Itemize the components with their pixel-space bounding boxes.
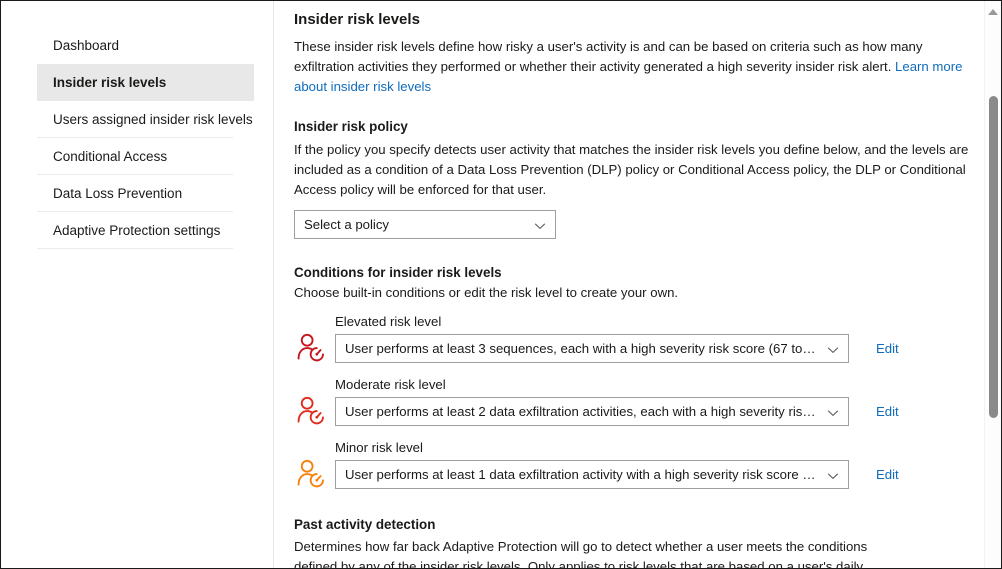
insider-risk-policy-description: If the policy you specify detects user a… (294, 140, 969, 200)
conditions-description: Choose built-in conditions or edit the r… (294, 285, 969, 300)
risk-level-condition-value: User performs at least 3 sequences, each… (345, 341, 818, 356)
vertical-scrollbar[interactable] (984, 1, 1001, 568)
sidebar-item-label: Data Loss Prevention (53, 187, 182, 201)
edit-risk-level-link[interactable]: Edit (876, 404, 899, 419)
sidebar-item-adaptive-protection-settings[interactable]: Adaptive Protection settings (37, 212, 253, 249)
past-activity-title: Past activity detection (294, 517, 969, 532)
sidebar-item-dashboard[interactable]: Dashboard (37, 27, 253, 64)
scroll-up-arrow-icon[interactable] (988, 9, 998, 15)
chevron-down-icon (827, 406, 839, 418)
sidebar-item-label: Users assigned insider risk levels (53, 113, 253, 127)
sidebar-item-conditional-access[interactable]: Conditional Access (37, 138, 253, 175)
insider-risk-policy-title: Insider risk policy (294, 119, 969, 134)
page-intro-body: These insider risk levels define how ris… (294, 39, 922, 74)
risk-level-condition-value: User performs at least 1 data exfiltrati… (345, 467, 818, 482)
sidebar-item-data-loss-prevention[interactable]: Data Loss Prevention (37, 175, 253, 212)
chevron-down-icon (827, 469, 839, 481)
risk-user-gauge-icon (294, 395, 328, 425)
past-activity-description: Determines how far back Adaptive Protect… (294, 537, 904, 568)
main-content: Insider risk levels These insider risk l… (274, 1, 1001, 568)
app-window: Dashboard Insider risk levels Users assign… (0, 0, 1002, 569)
risk-level-rows: Elevated risk level User performs at leas… (294, 314, 969, 489)
past-activity-detection-section: Past activity detection Determines how f… (294, 517, 969, 568)
sidebar: Dashboard Insider risk levels Users assign… (1, 1, 274, 568)
edit-risk-level-link[interactable]: Edit (876, 467, 899, 482)
insider-risk-policy-section: Insider risk policy If the policy you sp… (294, 119, 969, 239)
chevron-down-icon (534, 219, 546, 231)
risk-level-condition-dropdown[interactable]: User performs at least 3 sequences, each… (335, 334, 849, 363)
risk-level-row: Moderate risk level User performs at leas… (294, 377, 969, 426)
risk-level-control-line: User performs at least 1 data exfiltrati… (335, 460, 969, 489)
sidebar-item-label: Conditional Access (53, 150, 167, 164)
policy-select-value: Select a policy (304, 217, 389, 232)
conditions-title: Conditions for insider risk levels (294, 265, 969, 280)
risk-level-control-line: User performs at least 3 sequences, each… (335, 334, 969, 363)
scrollbar-thumb[interactable] (989, 96, 998, 418)
policy-select-dropdown[interactable]: Select a policy (294, 210, 556, 239)
sidebar-item-label: Adaptive Protection settings (53, 224, 220, 238)
sidebar-item-users-assigned-insider-risk-levels[interactable]: Users assigned insider risk levels (37, 101, 253, 138)
sidebar-nav-list: Dashboard Insider risk levels Users assign… (1, 27, 273, 249)
risk-level-control-line: User performs at least 2 data exfiltrati… (335, 397, 969, 426)
risk-level-row: Elevated risk level User performs at leas… (294, 314, 969, 363)
page-title: Insider risk levels (294, 11, 969, 28)
sidebar-item-insider-risk-levels[interactable]: Insider risk levels (37, 64, 254, 101)
risk-level-fields: Minor risk level User performs at least 1… (335, 440, 969, 489)
risk-level-condition-dropdown[interactable]: User performs at least 1 data exfiltrati… (335, 460, 849, 489)
sidebar-item-label: Dashboard (53, 39, 119, 53)
risk-user-gauge-icon (294, 332, 328, 362)
risk-level-label: Elevated risk level (335, 314, 969, 329)
risk-level-fields: Elevated risk level User performs at leas… (335, 314, 969, 363)
risk-level-fields: Moderate risk level User performs at leas… (335, 377, 969, 426)
sidebar-item-label: Insider risk levels (53, 76, 166, 90)
risk-level-condition-dropdown[interactable]: User performs at least 2 data exfiltrati… (335, 397, 849, 426)
edit-risk-level-link[interactable]: Edit (876, 341, 899, 356)
risk-level-condition-value: User performs at least 2 data exfiltrati… (345, 404, 818, 419)
page-intro-text: These insider risk levels define how ris… (294, 37, 969, 97)
risk-level-label: Moderate risk level (335, 377, 969, 392)
conditions-section: Conditions for insider risk levels Choos… (294, 265, 969, 489)
risk-user-gauge-icon (294, 458, 328, 488)
risk-level-label: Minor risk level (335, 440, 969, 455)
risk-level-row: Minor risk level User performs at least 1… (294, 440, 969, 489)
chevron-down-icon (827, 343, 839, 355)
